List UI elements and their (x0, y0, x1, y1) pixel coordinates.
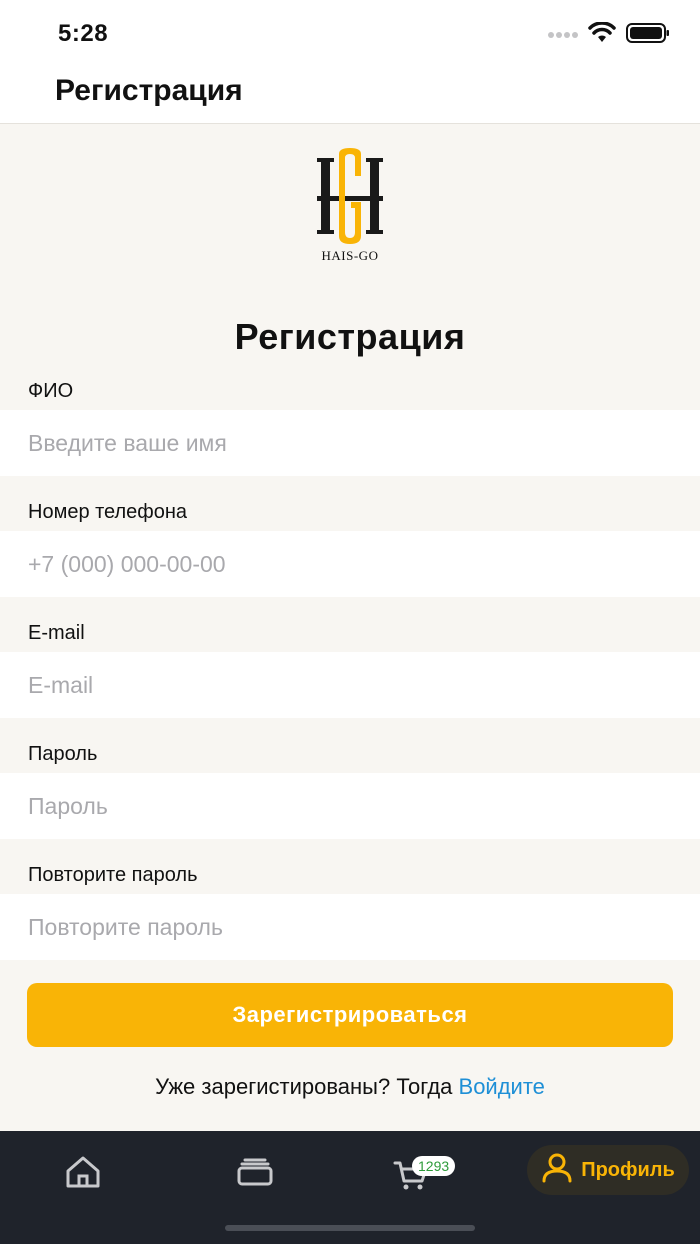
login-prompt: Уже зарегистированы? Тогда Войдите (0, 1074, 700, 1100)
tab-profile[interactable]: Профиль (527, 1145, 689, 1195)
cellular-signal-icon (548, 27, 578, 45)
home-icon[interactable] (64, 1155, 102, 1194)
status-time: 5:28 (58, 20, 109, 47)
form-title: Регистрация (234, 316, 466, 357)
full-name-label: ФИО (28, 380, 74, 402)
brand-logo: HAIS-GO (300, 146, 400, 270)
email-label: E-mail (28, 622, 85, 644)
login-prompt-text: Уже зарегистированы? Тогда (155, 1074, 459, 1099)
catalog-icon[interactable] (236, 1157, 274, 1192)
logo-emblem-icon (317, 148, 383, 244)
repeat-password-field[interactable] (0, 894, 700, 960)
navigation-header: Регистрация (0, 64, 700, 124)
logo-text: HAIS-GO (321, 248, 379, 263)
email-field[interactable] (0, 652, 700, 718)
phone-field[interactable] (0, 531, 700, 597)
phone-label: Номер телефона (28, 501, 188, 523)
status-bar: 5:28 (0, 0, 700, 64)
wifi-icon (588, 21, 616, 49)
repeat-password-label: Повторите пароль (28, 864, 198, 886)
password-label: Пароль (28, 743, 98, 765)
profile-tab-label: Профиль (581, 1158, 675, 1181)
profile-icon (541, 1153, 573, 1188)
register-button[interactable]: Зарегистрироваться (27, 983, 673, 1047)
page-title: Регистрация (55, 74, 243, 107)
battery-icon (626, 23, 670, 48)
login-link[interactable]: Войдите (459, 1074, 545, 1099)
cart-count-badge: 1293 (412, 1156, 456, 1176)
password-field[interactable] (0, 773, 700, 839)
full-name-field[interactable] (0, 410, 700, 476)
status-indicators (548, 21, 670, 49)
home-indicator (225, 1225, 475, 1231)
